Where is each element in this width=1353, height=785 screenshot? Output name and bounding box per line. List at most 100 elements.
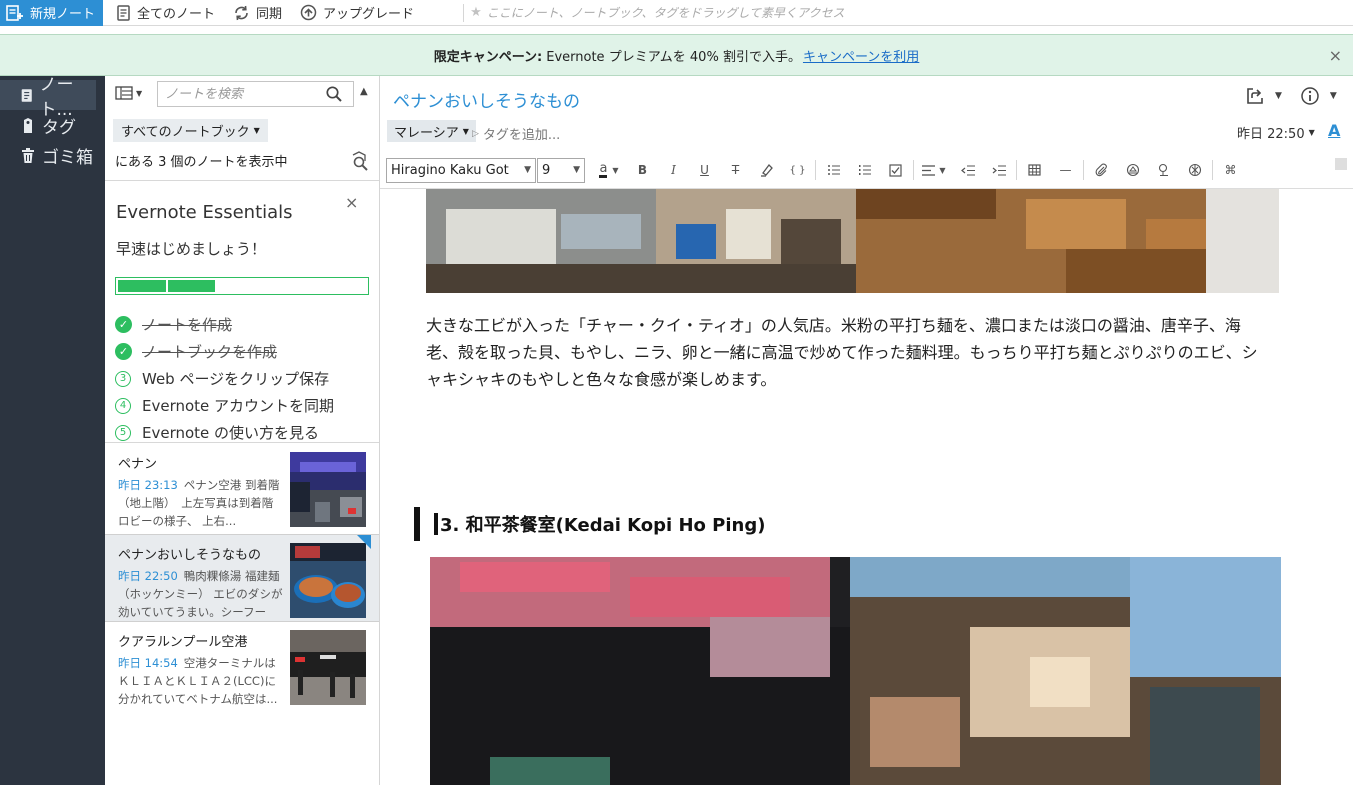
- note-heading: 3. 和平茶餐室(Kedai Kopi Ho Ping): [414, 507, 765, 541]
- underline-icon: U: [700, 163, 709, 177]
- note-date-button[interactable]: 昨日 22:50 ▼: [1237, 123, 1315, 142]
- outdent-icon: [960, 165, 975, 175]
- step-number-icon: 3: [115, 370, 131, 387]
- italic-button[interactable]: I: [658, 158, 689, 183]
- tag-icon: [24, 117, 32, 133]
- upgrade-icon: [300, 4, 317, 21]
- step-number-icon: 4: [115, 397, 131, 414]
- nav-label-tags: タグ: [42, 117, 76, 138]
- strikethrough-button[interactable]: T: [720, 158, 751, 183]
- code-block-button[interactable]: { }: [782, 158, 813, 183]
- note-search-input[interactable]: [158, 83, 323, 105]
- note-heading-text: 3. 和平茶餐室(Kedai Kopi Ho Ping): [440, 515, 766, 536]
- search-icon[interactable]: [325, 85, 343, 103]
- essentials-step-3[interactable]: 3 Web ページをクリップ保存: [115, 368, 329, 389]
- evernote-essentials-panel: Evernote Essentials × 早速はじめましょう！ ✓ ノートを作…: [105, 181, 379, 443]
- toolbar-divider: [1212, 160, 1213, 180]
- step-number-icon: 5: [115, 424, 131, 441]
- toolbar-divider: [463, 3, 465, 22]
- essentials-close-button[interactable]: ×: [345, 193, 358, 212]
- insert-table-button[interactable]: [1019, 158, 1050, 183]
- font-size-value: 9: [542, 162, 551, 178]
- text-color-button[interactable]: a ▼: [591, 158, 627, 183]
- essentials-step-2[interactable]: ✓ ノートブックを作成: [115, 341, 277, 362]
- highlight-button[interactable]: [751, 158, 782, 183]
- banner-campaign-link[interactable]: キャンペーンを利用: [803, 46, 919, 65]
- bold-button[interactable]: B: [627, 158, 658, 183]
- note-thumbnail: [290, 543, 366, 618]
- font-family-value: Hiragino Kaku Got: [391, 162, 509, 178]
- notes-icon: [117, 4, 130, 21]
- essentials-step-label: Evernote の使い方を見る: [142, 424, 320, 442]
- collapse-up-icon[interactable]: ▲: [360, 86, 368, 97]
- indent-button[interactable]: [983, 158, 1014, 183]
- checkbox-icon: [889, 163, 902, 177]
- essentials-progress-bar: [115, 277, 369, 295]
- banner-bold-label: 限定キャンペーン:: [433, 49, 543, 65]
- view-options-button[interactable]: ▼: [115, 86, 142, 100]
- attach-button[interactable]: [1086, 158, 1117, 183]
- font-family-select[interactable]: Hiragino Kaku Got ▼: [386, 157, 536, 183]
- command-icon: ⌘: [1224, 163, 1237, 177]
- essentials-step-label: Evernote アカウントを同期: [142, 397, 335, 415]
- share-icon[interactable]: [1245, 86, 1265, 106]
- more-options-button[interactable]: ⌘: [1215, 158, 1246, 183]
- essentials-subtitle: 早速はじめましょう！: [116, 240, 267, 258]
- banner-close-button[interactable]: ×: [1329, 46, 1342, 65]
- chevron-down-icon: ▼: [1308, 128, 1315, 137]
- shortcut-badge-icon: [357, 535, 371, 549]
- sketch-button[interactable]: [1179, 158, 1210, 183]
- new-note-button[interactable]: 新規ノート: [0, 0, 104, 26]
- editor-scrollbar[interactable]: [1335, 158, 1347, 170]
- underline-button[interactable]: U: [689, 158, 720, 183]
- essentials-step-label: Web ページをクリップ保存: [142, 370, 330, 388]
- outdent-button[interactable]: [952, 158, 983, 183]
- bulleted-list-button[interactable]: [818, 158, 849, 183]
- list-view-icon: [115, 86, 133, 100]
- toolbar-divider: [1083, 160, 1084, 180]
- note-image-restaurant: [430, 557, 1281, 785]
- banner-text: Evernote プレミアムを 40% 割引で入手。: [546, 49, 801, 65]
- italic-icon: I: [671, 163, 676, 177]
- note-editor: ペナンおいしそうなもの ▼ ▼ マレーシア ▼ ▷ タグを追加... 昨日 22…: [380, 76, 1353, 785]
- numbered-list-button[interactable]: [849, 158, 880, 183]
- add-tag-field[interactable]: ▷ タグを追加...: [472, 124, 560, 143]
- audio-icon: [1126, 163, 1139, 177]
- note-title-field[interactable]: ペナンおいしそうなもの: [393, 87, 580, 112]
- nav-item-notes[interactable]: ノート...: [0, 75, 96, 120]
- nav-item-trash[interactable]: ゴミ箱: [0, 140, 105, 170]
- info-icon[interactable]: [1300, 86, 1320, 106]
- note-count-text: にある 3 個のノートを表示中: [115, 155, 288, 170]
- essentials-step-5[interactable]: 5 Evernote の使い方を見る: [115, 422, 319, 443]
- note-card[interactable]: ペナン 昨日 23:13 ペナン空港 到着階（地上階） 上左写真は到着階ロビーの様…: [105, 444, 379, 532]
- note-body[interactable]: 大きな工ビが入った「チャー・クイ・ティオ」の人気店。米粉の平打ち麺を、濃口または…: [380, 189, 1353, 785]
- bold-icon: B: [637, 163, 648, 177]
- note-card-title: クアラルンプール空港: [118, 635, 248, 650]
- shortcuts-drop-zone[interactable]: ここにノート、ノートブック、タグをドラッグして素早くアクセス: [487, 4, 845, 21]
- note-card-selected[interactable]: ペナンおいしそうなもの 昨日 22:50 鴨肉粿條湯 福建麺（ホッケンミー） エビ…: [105, 534, 379, 622]
- audio-button[interactable]: [1117, 158, 1148, 183]
- font-settings-icon[interactable]: A: [1328, 121, 1340, 140]
- chevron-down-icon[interactable]: ▼: [1275, 91, 1282, 101]
- align-button[interactable]: ▼: [916, 158, 952, 183]
- note-card[interactable]: クアラルンプール空港 昨日 14:54 空港ターミナルはＫＬＩＡとＫＬＩＡ２(LC…: [105, 622, 379, 710]
- notebook-filter-dropdown[interactable]: すべてのノートブック ▼: [113, 119, 268, 142]
- sketch-icon: [1188, 163, 1201, 177]
- note-paragraph: 大きな工ビが入った「チャー・クイ・ティオ」の人気店。米粉の平打ち麺を、濃口または…: [426, 316, 1258, 389]
- trash-icon: [22, 147, 34, 163]
- sync-button[interactable]: 同期: [224, 0, 291, 26]
- chevron-down-icon[interactable]: ▼: [1330, 91, 1337, 101]
- font-size-select[interactable]: 9 ▼: [537, 157, 585, 183]
- upgrade-button[interactable]: アップグレード: [291, 0, 423, 26]
- search-notebook-icon[interactable]: [350, 151, 370, 171]
- horizontal-rule-button[interactable]: —: [1050, 158, 1081, 183]
- essentials-step-4[interactable]: 4 Evernote アカウントを同期: [115, 395, 334, 416]
- table-icon: [1028, 164, 1041, 176]
- essentials-step-1[interactable]: ✓ ノートを作成: [115, 314, 232, 335]
- chevron-down-icon: ▼: [253, 126, 260, 135]
- checkbox-button[interactable]: [880, 158, 911, 183]
- encrypt-button[interactable]: [1148, 158, 1179, 183]
- notebook-selector[interactable]: マレーシア ▼: [387, 120, 476, 142]
- all-notes-button[interactable]: 全てのノート: [107, 0, 224, 26]
- numbered-list-icon: [858, 165, 871, 175]
